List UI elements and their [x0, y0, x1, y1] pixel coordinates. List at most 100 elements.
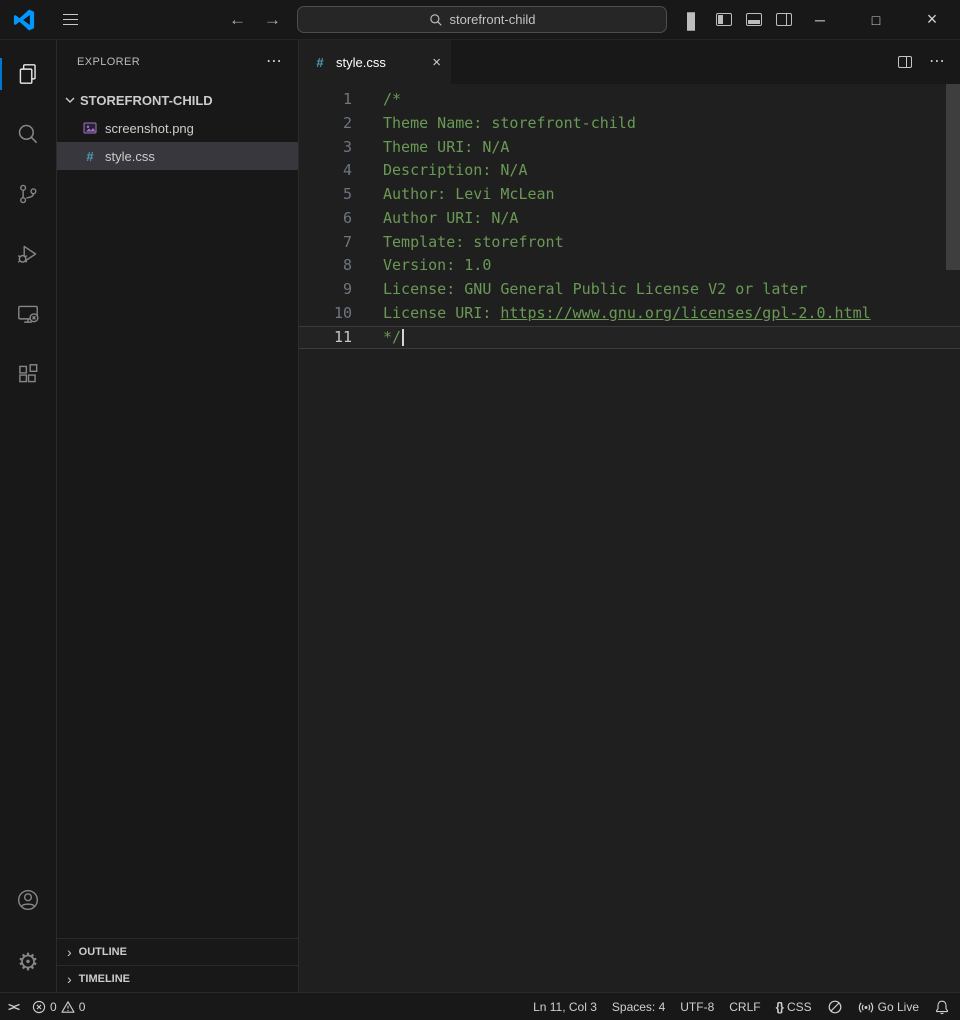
error-count: 0 [50, 1000, 57, 1014]
close-button[interactable]: × [904, 0, 960, 39]
forward-icon[interactable]: → [264, 10, 281, 30]
activity-search-button[interactable] [0, 104, 56, 164]
eol-status[interactable]: CRLF [729, 1000, 760, 1014]
sidebar-title: EXPLORER [77, 56, 140, 68]
vscode-window: ← → storefront-child ─ □ × [0, 0, 960, 1020]
source-control-icon [15, 181, 41, 207]
warning-count: 0 [79, 1000, 86, 1014]
language-label: CSS [787, 1000, 812, 1014]
vscode-logo-icon [13, 9, 35, 31]
line-number: 10 [299, 302, 352, 326]
activity-run-debug-button[interactable] [0, 224, 56, 284]
code-line: 2 Theme Name: storefront-child [299, 112, 960, 136]
line-text[interactable]: Author: Levi McLean [383, 183, 555, 207]
explorer-sidebar: EXPLORER ⋯ STOREFRONT-CHILD screens [57, 40, 299, 992]
title-bar: ← → storefront-child ─ □ × [0, 0, 960, 40]
css-file-icon: # [82, 149, 98, 164]
line-text[interactable]: Author URI: N/A [383, 207, 518, 231]
eol-label: CRLF [729, 1000, 760, 1014]
line-number: 5 [299, 183, 352, 207]
file-tree: STOREFRONT-CHILD screenshot.png # style.… [57, 84, 298, 938]
toggle-primary-sidebar-icon[interactable] [716, 13, 732, 26]
activity-explorer-button[interactable] [0, 44, 56, 104]
editor-actions: ⋯ [898, 40, 960, 84]
root-folder-row[interactable]: STOREFRONT-CHILD [57, 86, 298, 114]
line-text[interactable]: */ [383, 326, 404, 350]
timeline-section-header[interactable]: › TIMELINE [57, 965, 298, 992]
code-line: 1 /* [299, 88, 960, 112]
extension-status[interactable] [827, 999, 843, 1015]
search-value: storefront-child [450, 12, 536, 27]
line-number: 1 [299, 88, 352, 112]
outline-label: OUTLINE [79, 946, 127, 958]
encoding-status[interactable]: UTF-8 [680, 1000, 714, 1014]
history-navigation: ← → [229, 10, 281, 30]
maximize-button[interactable]: □ [848, 0, 904, 39]
remote-indicator[interactable]: >< [8, 1000, 20, 1014]
gpl-license-link[interactable]: https://www.gnu.org/licenses/gpl-2.0.htm… [500, 304, 870, 322]
line-text-prefix: License URI: [383, 304, 500, 322]
minimize-button[interactable]: ─ [792, 0, 848, 39]
line-text[interactable]: Theme URI: N/A [383, 136, 509, 160]
line-text[interactable]: Version: 1.0 [383, 254, 491, 278]
gear-icon: ⚙ [17, 950, 39, 974]
editor-scrollbar[interactable] [946, 84, 960, 270]
tab-close-icon[interactable]: × [432, 55, 441, 70]
customize-layout-icon[interactable] [687, 13, 702, 26]
file-name: style.css [105, 149, 155, 164]
search-box[interactable]: storefront-child [297, 6, 667, 33]
line-text[interactable]: Template: storefront [383, 231, 564, 255]
code-line: 4 Description: N/A [299, 159, 960, 183]
indentation-status[interactable]: Spaces: 4 [612, 1000, 665, 1014]
title-bar-left: ← → [0, 0, 297, 39]
code-editor[interactable]: 1 /* 2 Theme Name: storefront-child 3 Th… [299, 84, 960, 992]
activity-extensions-button[interactable] [0, 344, 56, 404]
problems-status[interactable]: 0 0 [32, 1000, 85, 1014]
cursor-position-label: Ln 11, Col 3 [533, 1000, 597, 1014]
split-editor-icon[interactable] [898, 56, 912, 68]
language-status[interactable]: {} CSS [776, 1000, 812, 1014]
activity-source-control-button[interactable] [0, 164, 56, 224]
status-bar: >< 0 0 Ln 11, Col 3 Spaces: 4 UTF-8 CR [0, 992, 960, 1020]
account-button[interactable] [0, 870, 56, 930]
line-number: 4 [299, 159, 352, 183]
main-area: ⚙ EXPLORER ⋯ STOREFRONT-CHILD [0, 40, 960, 992]
menu-icon[interactable] [59, 10, 82, 30]
line-number: 3 [299, 136, 352, 160]
image-file-icon [82, 120, 98, 136]
title-bar-right: ─ □ × [667, 0, 960, 39]
line-text[interactable]: Theme Name: storefront-child [383, 112, 636, 136]
line-number: 8 [299, 254, 352, 278]
status-bar-right: Ln 11, Col 3 Spaces: 4 UTF-8 CRLF {} CSS [533, 999, 950, 1015]
toggle-secondary-sidebar-icon[interactable] [776, 13, 792, 26]
file-row-style-css[interactable]: # style.css [57, 142, 298, 170]
activity-remote-explorer-button[interactable] [0, 284, 56, 344]
code-line-current: 11 */ [299, 326, 960, 350]
tab-style-css[interactable]: # style.css × [299, 40, 451, 84]
window-controls: ─ □ × [792, 0, 960, 39]
file-row-screenshot-png[interactable]: screenshot.png [57, 114, 298, 142]
toggle-panel-icon[interactable] [746, 13, 762, 26]
line-number: 11 [299, 326, 352, 350]
outline-section-header[interactable]: › OUTLINE [57, 938, 298, 965]
root-folder-label: STOREFRONT-CHILD [80, 93, 213, 108]
back-icon[interactable]: ← [229, 10, 246, 30]
settings-button[interactable]: ⚙ [0, 932, 56, 992]
code-line: 9 License: GNU General Public License V2… [299, 278, 960, 302]
cursor-position[interactable]: Ln 11, Col 3 [533, 1000, 597, 1014]
code-line: 5 Author: Levi McLean [299, 183, 960, 207]
css-file-icon: # [312, 55, 328, 70]
line-text[interactable]: Description: N/A [383, 159, 528, 183]
line-text[interactable]: License URI: https://www.gnu.org/license… [383, 302, 871, 326]
line-text[interactable]: License: GNU General Public License V2 o… [383, 278, 807, 302]
go-live-button[interactable]: Go Live [858, 999, 919, 1015]
activity-bar: ⚙ [0, 40, 57, 992]
chevron-right-icon: › [67, 944, 72, 960]
code-line: 6 Author URI: N/A [299, 207, 960, 231]
line-text[interactable]: /* [383, 88, 401, 112]
search-icon [429, 13, 443, 27]
notifications-button[interactable] [934, 999, 950, 1015]
chevron-right-icon: › [67, 971, 72, 987]
account-icon [15, 887, 41, 913]
encoding-label: UTF-8 [680, 1000, 714, 1014]
